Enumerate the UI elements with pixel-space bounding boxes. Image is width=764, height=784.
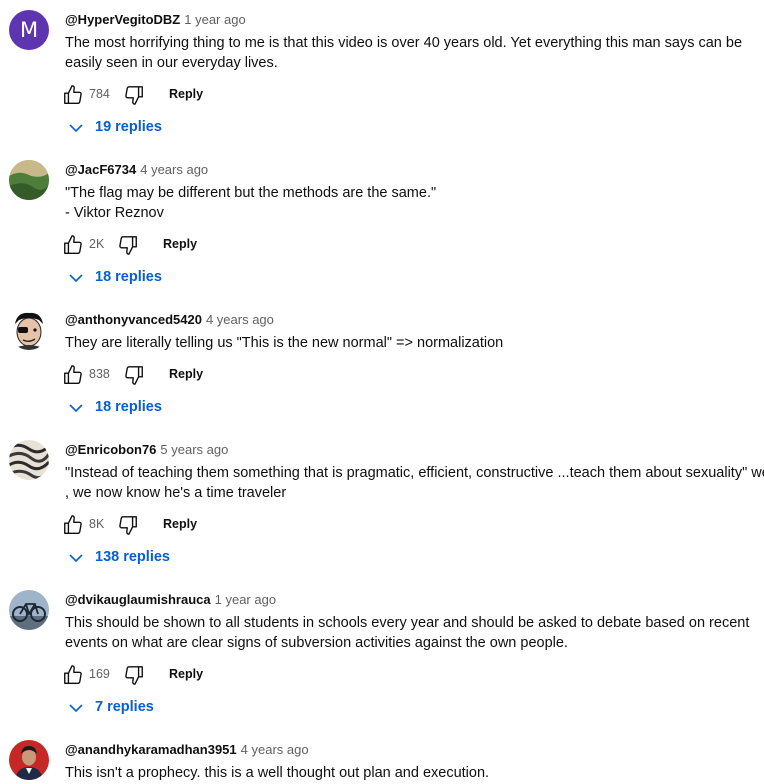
comment-author[interactable]: @dvikauglaumishrauca (65, 592, 211, 607)
chevron-down-icon (69, 124, 83, 133)
avatar[interactable] (9, 740, 49, 780)
comment-text: The most horrifying thing to me is that … (65, 35, 743, 71)
replies-count-label: 7 replies (95, 699, 154, 715)
comment-header: @Enricobon76 5 years ago (65, 442, 228, 458)
comment-thread: @dvikauglaumishrauca 1 year ago This shou… (0, 582, 764, 732)
replies-count-label: 19 replies (95, 119, 162, 135)
like-count: 2K (89, 237, 105, 251)
replies-count-label: 18 replies (95, 399, 162, 415)
comment-text-line: - Viktor Reznov (65, 205, 164, 221)
thumb-down-icon[interactable] (117, 234, 139, 256)
comment-thread: @anthonyvanced5420 4 years ago They are l… (0, 302, 764, 432)
cartoon-face-avatar-image (9, 310, 49, 350)
thumb-down-icon[interactable] (123, 664, 145, 686)
comment-timestamp[interactable]: 4 years ago (241, 742, 309, 757)
comment-thread: @JacF6734 4 years ago "The flag may be di… (0, 152, 764, 302)
thumb-up-icon[interactable] (62, 84, 84, 106)
comment-text-line: This should be shown to all students in … (65, 615, 750, 631)
avatar[interactable] (9, 440, 49, 480)
comment-header: @anthonyvanced5420 4 years ago (65, 312, 274, 328)
comment-header: @HyperVegitoDBZ 1 year ago (65, 12, 246, 28)
thumb-up-icon[interactable] (62, 364, 84, 386)
avatar[interactable] (9, 590, 49, 630)
chevron-down-icon (69, 704, 83, 713)
comment-author[interactable]: @HyperVegitoDBZ (65, 12, 180, 27)
comment-header: @JacF6734 4 years ago (65, 162, 208, 178)
comment-thread: M @HyperVegitoDBZ 1 year ago The most hor… (0, 2, 764, 152)
like-count: 784 (89, 87, 110, 101)
avatar[interactable] (9, 310, 49, 350)
comment-thread: @Enricobon76 5 years ago "Instead of teac… (0, 432, 764, 582)
avatar[interactable] (9, 160, 49, 200)
comment-author[interactable]: @anandhykaramadhan3951 (65, 742, 237, 757)
comment-text: "Instead of teaching them something that… (65, 463, 764, 503)
chevron-down-icon (69, 274, 83, 283)
comment-text-line: "Instead of teaching them something that… (65, 465, 764, 481)
replies-count-label: 138 replies (95, 549, 170, 565)
reply-button[interactable]: Reply (169, 367, 203, 381)
replies-count-label: 18 replies (95, 269, 162, 285)
comment-text: They are literally telling us "This is t… (65, 335, 504, 351)
comment-text-line: "The flag may be different but the metho… (65, 185, 437, 201)
like-count: 169 (89, 667, 110, 681)
bicycle-avatar-image (9, 590, 49, 630)
comment-text: This should be shown to all students in … (65, 613, 761, 653)
comment-timestamp[interactable]: 4 years ago (140, 162, 208, 177)
thumb-down-icon[interactable] (117, 514, 139, 536)
like-count: 8K (89, 517, 105, 531)
comment-timestamp[interactable]: 1 year ago (215, 592, 276, 607)
chevron-down-icon (69, 554, 83, 563)
reply-button[interactable]: Reply (169, 667, 203, 681)
comment-author[interactable]: @JacF6734 (65, 162, 136, 177)
thumb-up-icon[interactable] (62, 664, 84, 686)
avatar[interactable]: M (9, 10, 49, 50)
comment-text-line: events on what are clear signs of subver… (65, 635, 568, 651)
thumb-down-icon[interactable] (123, 364, 145, 386)
landscape-avatar-image (9, 160, 49, 200)
comment-timestamp[interactable]: 4 years ago (206, 312, 274, 327)
comment-thread: @anandhykaramadhan3951 4 years ago This i… (0, 732, 764, 784)
reply-button[interactable]: Reply (163, 237, 197, 251)
comment-author[interactable]: @Enricobon76 (65, 442, 156, 457)
chevron-down-icon (69, 404, 83, 413)
portrait-avatar-image (9, 740, 49, 780)
comment-text: "The flag may be different but the metho… (65, 183, 761, 223)
pattern-avatar-image (9, 440, 49, 480)
like-count: 838 (89, 367, 110, 381)
thumb-up-icon[interactable] (62, 234, 84, 256)
reply-button[interactable]: Reply (163, 517, 197, 531)
thumb-down-icon[interactable] (123, 84, 145, 106)
comment-header: @dvikauglaumishrauca 1 year ago (65, 592, 276, 608)
comment-header: @anandhykaramadhan3951 4 years ago (65, 742, 309, 758)
comment-timestamp[interactable]: 1 year ago (184, 12, 245, 27)
comment-text: This isn't a prophecy. this is a well th… (65, 765, 490, 781)
thumb-up-icon[interactable] (62, 514, 84, 536)
reply-button[interactable]: Reply (169, 87, 203, 101)
comment-author[interactable]: @anthonyvanced5420 (65, 312, 202, 327)
comment-text-line: , we now know he's a time traveler (65, 485, 287, 501)
comment-timestamp[interactable]: 5 years ago (160, 442, 228, 457)
